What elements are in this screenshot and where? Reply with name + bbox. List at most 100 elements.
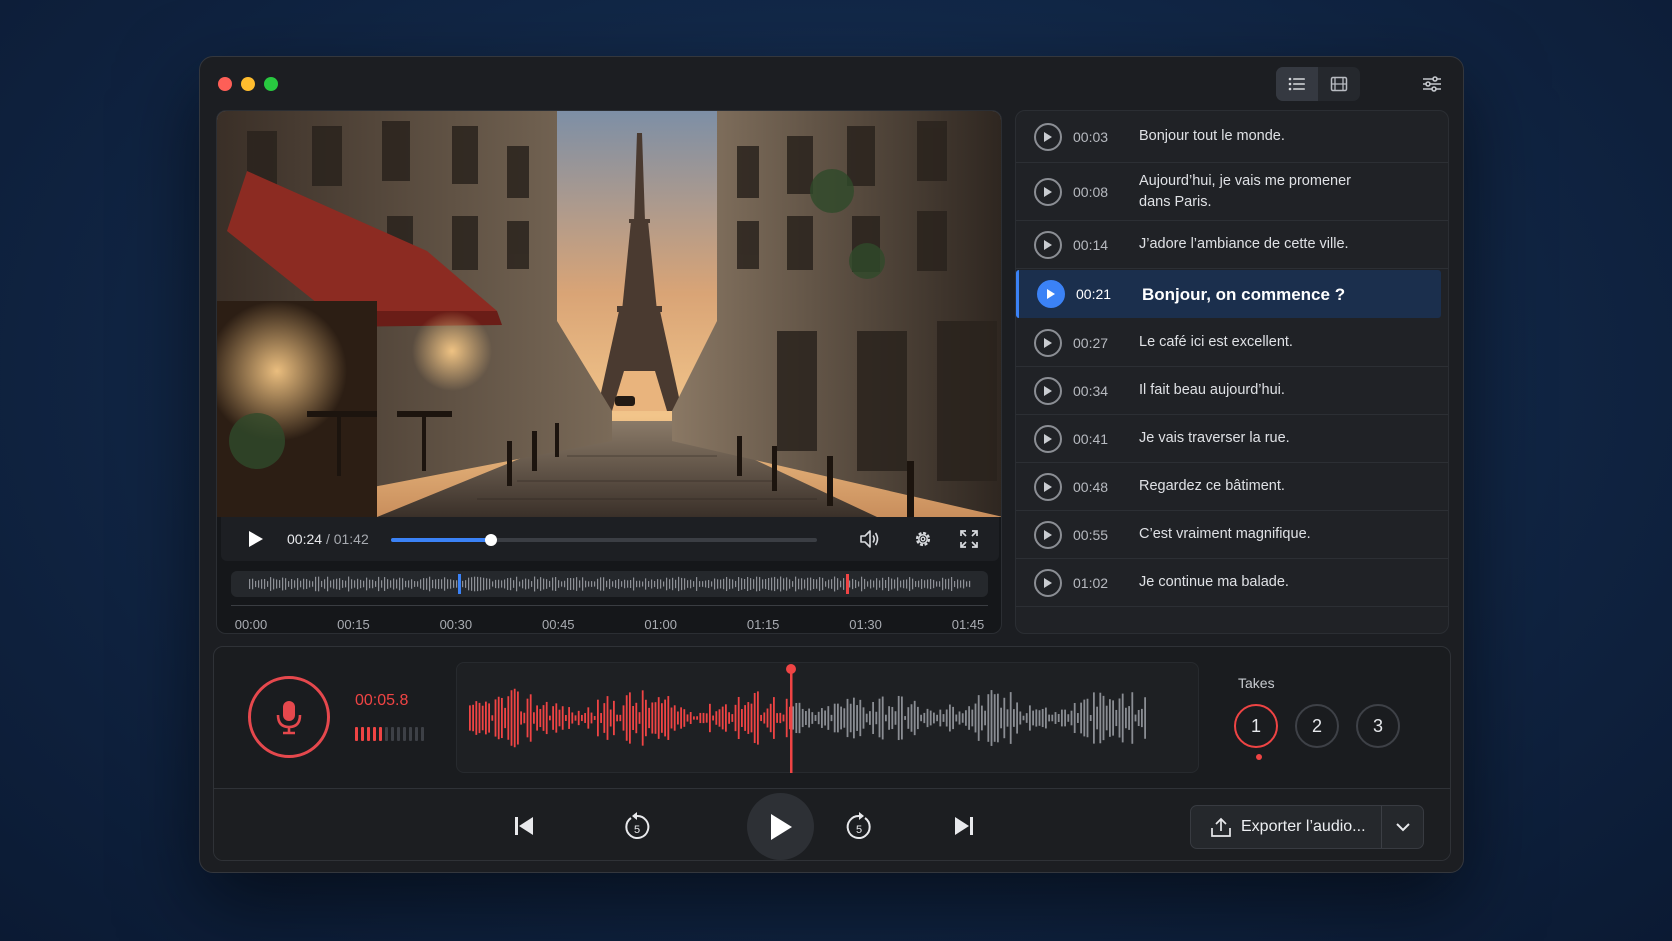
transcript-row[interactable]: 00:03 Bonjour tout le monde. bbox=[1016, 111, 1448, 163]
strip-bar bbox=[822, 577, 824, 591]
seek-bar[interactable] bbox=[391, 534, 817, 546]
ruler-label: 00:15 bbox=[337, 617, 370, 632]
strip-bar bbox=[636, 580, 638, 588]
strip-bar bbox=[750, 578, 752, 590]
strip-bar bbox=[531, 581, 533, 587]
transcript-row[interactable]: 01:02 Je continue ma balade. bbox=[1016, 559, 1448, 607]
playhead-marker bbox=[458, 574, 461, 594]
fullscreen-button[interactable] bbox=[956, 526, 982, 552]
waveform-bar bbox=[600, 713, 602, 723]
play-icon bbox=[1047, 289, 1055, 299]
segment-play-button[interactable] bbox=[1034, 472, 1062, 501]
main-play-button[interactable] bbox=[747, 793, 814, 860]
skip-to-end-button[interactable] bbox=[949, 811, 979, 841]
waveform-bar bbox=[1038, 710, 1041, 726]
record-button[interactable] bbox=[248, 676, 330, 758]
strip-bar bbox=[687, 580, 689, 588]
transcript-row[interactable]: 00:21 Bonjour, on commence ? bbox=[1016, 270, 1441, 318]
strip-bar bbox=[741, 578, 743, 590]
strip-bar bbox=[930, 578, 932, 590]
strip-bar bbox=[333, 579, 335, 589]
filmstrip-view-button[interactable] bbox=[1318, 67, 1360, 101]
minimize-window-button[interactable] bbox=[241, 77, 255, 91]
list-view-button[interactable] bbox=[1276, 67, 1318, 101]
strip-bar bbox=[801, 578, 803, 590]
strip-bar bbox=[294, 580, 296, 588]
waveform-bar bbox=[766, 708, 769, 728]
volume-button[interactable] bbox=[857, 526, 883, 552]
transcript-row[interactable]: 00:41 Je vais traverser la rue. bbox=[1016, 415, 1448, 463]
segment-play-button[interactable] bbox=[1034, 177, 1062, 206]
strip-bar bbox=[567, 577, 569, 591]
waveform-bar bbox=[696, 716, 698, 720]
transport-bar: 5 5 Exporter l’audio... bbox=[214, 788, 1450, 860]
take-button[interactable]: 3 bbox=[1356, 704, 1400, 748]
segment-play-button[interactable] bbox=[1034, 122, 1062, 151]
transcript-row[interactable]: 00:08 Aujourd’hui, je vais me promener da… bbox=[1016, 163, 1448, 221]
segment-play-button[interactable] bbox=[1034, 520, 1062, 549]
strip-bar bbox=[402, 578, 404, 590]
waveform-bar bbox=[1089, 714, 1092, 722]
waveform-bar bbox=[1099, 692, 1102, 744]
segment-play-button[interactable] bbox=[1034, 568, 1062, 597]
export-audio-button[interactable]: Exporter l’audio... bbox=[1191, 806, 1381, 848]
strip-bar bbox=[699, 581, 701, 587]
strip-bar bbox=[489, 578, 491, 590]
segment-time: 00:48 bbox=[1073, 478, 1109, 495]
strip-bar bbox=[453, 580, 455, 588]
strip-bar bbox=[879, 580, 881, 588]
settings-button[interactable] bbox=[1416, 69, 1448, 99]
take-button[interactable]: 1 bbox=[1234, 704, 1278, 748]
waveform-bar bbox=[997, 693, 999, 743]
segment-play-button[interactable] bbox=[1034, 230, 1062, 259]
strip-bar bbox=[642, 581, 644, 587]
segment-play-button[interactable] bbox=[1034, 376, 1062, 405]
strip-bar bbox=[765, 579, 767, 589]
waveform-bar bbox=[638, 712, 641, 724]
strip-bar bbox=[867, 581, 869, 587]
maximize-window-button[interactable] bbox=[264, 77, 278, 91]
forward-5-button[interactable]: 5 bbox=[843, 809, 875, 843]
waveform-bar bbox=[869, 711, 871, 725]
strip-bar bbox=[432, 579, 434, 589]
strip-bar bbox=[288, 581, 290, 587]
segment-play-button[interactable] bbox=[1037, 280, 1065, 308]
rewind-5-button[interactable]: 5 bbox=[621, 809, 653, 843]
transcript-row[interactable]: 00:27 Le café ici est excellent. bbox=[1016, 319, 1448, 367]
waveform-bar bbox=[1137, 709, 1140, 727]
transcript-row[interactable]: 00:34 Il fait beau aujourd’hui. bbox=[1016, 367, 1448, 415]
waveform-bar bbox=[513, 688, 516, 748]
waveform-bar bbox=[894, 711, 897, 725]
strip-bar bbox=[420, 579, 422, 589]
transcript-row[interactable]: 00:14 J’adore l’ambiance de cette ville. bbox=[1016, 221, 1448, 269]
video-play-button[interactable] bbox=[243, 526, 269, 552]
strip-bar bbox=[456, 580, 458, 588]
recording-waveform-box[interactable] bbox=[456, 662, 1199, 773]
timeline-strip[interactable] bbox=[231, 571, 988, 597]
microphone-icon bbox=[276, 701, 302, 735]
segment-play-button[interactable] bbox=[1034, 424, 1062, 453]
strip-bar bbox=[855, 579, 857, 589]
strip-bar bbox=[408, 580, 410, 588]
video-frame[interactable] bbox=[217, 111, 1002, 517]
waveform-bar bbox=[725, 704, 727, 732]
segment-time: 00:21 bbox=[1076, 286, 1112, 302]
close-window-button[interactable] bbox=[218, 77, 232, 91]
transcript-row[interactable]: 00:55 C’est vraiment magnifique. bbox=[1016, 511, 1448, 559]
segment-play-button[interactable] bbox=[1034, 328, 1062, 357]
take-button[interactable]: 2 bbox=[1295, 704, 1339, 748]
waveform-bar bbox=[481, 705, 484, 731]
skip-to-start-button[interactable] bbox=[509, 811, 539, 841]
strip-bar bbox=[780, 576, 782, 592]
strip-bar bbox=[738, 577, 740, 591]
level-segment bbox=[367, 727, 370, 741]
waveform-bar bbox=[1141, 708, 1143, 728]
strip-bar bbox=[570, 578, 572, 590]
export-options-button[interactable] bbox=[1382, 806, 1424, 848]
transcript-row[interactable]: 00:48 Regardez ce bâtiment. bbox=[1016, 463, 1448, 511]
strip-bar bbox=[324, 579, 326, 589]
seek-thumb[interactable] bbox=[485, 534, 498, 546]
strip-bar bbox=[681, 577, 683, 591]
strip-bar bbox=[444, 577, 446, 591]
video-settings-button[interactable] bbox=[910, 526, 936, 552]
